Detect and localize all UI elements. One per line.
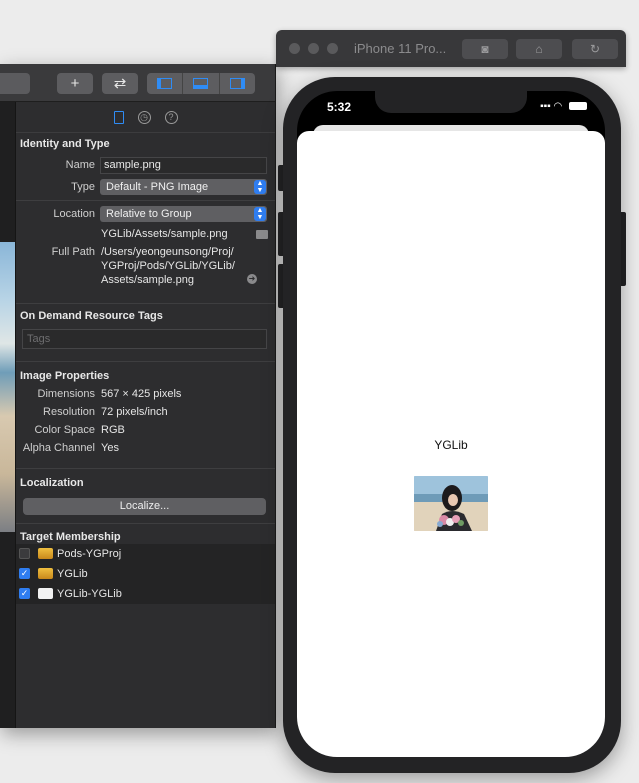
debug-panel-icon — [193, 78, 209, 89]
home-button[interactable]: ⌂ — [516, 39, 562, 59]
name-field[interactable]: sample.png — [100, 157, 267, 174]
dimensions-value: 567 × 425 pixels — [101, 388, 182, 400]
target-checkbox-checked[interactable]: ✓ — [19, 568, 30, 579]
popup-chevron-icon: ▲ ▼ — [254, 180, 266, 194]
toggle-navigator-button[interactable] — [147, 73, 184, 94]
divider — [16, 200, 275, 201]
divider — [16, 468, 275, 469]
target-label: Pods-YGProj — [57, 548, 122, 560]
iphone-device: 5:32 ▪▪▪ ◠ YGLib — [283, 77, 621, 773]
screenshot-button[interactable]: ◙ — [462, 39, 508, 59]
tags-field[interactable]: Tags — [22, 329, 267, 349]
library-add-button[interactable]: + — [57, 73, 93, 94]
folder-icon[interactable] — [256, 230, 268, 239]
file-inspector: ◷ ? Identity and Type Name sample.png Ty… — [16, 102, 275, 728]
help-inspector-tab-icon[interactable]: ? — [164, 110, 178, 124]
panel-toggle-group — [147, 73, 255, 94]
reveal-in-finder-icon[interactable]: ➜ — [247, 274, 257, 284]
zoom-window-button[interactable] — [327, 43, 338, 54]
signal-icon: ▪▪▪ — [540, 101, 551, 112]
code-review-button[interactable]: ⇄ — [102, 73, 138, 94]
simulator-title: iPhone 11 Pro... — [354, 41, 447, 56]
xcode-window: + ⇄ ◷ ? Identity and Type Name sample.pn… — [0, 64, 276, 728]
status-time: 5:32 — [327, 100, 352, 114]
target-row-pods-ygproj[interactable]: Pods-YGProj — [16, 544, 275, 564]
full-path-label: Full Path — [51, 246, 95, 258]
color-space-label: Color Space — [34, 424, 95, 436]
sample-image — [414, 476, 488, 531]
minimize-window-button[interactable] — [308, 43, 319, 54]
target-label: YGLib — [57, 568, 88, 580]
simulator-titlebar: iPhone 11 Pro... ◙ ⌂ ↻ — [276, 30, 626, 67]
xcode-toolbar: + ⇄ — [0, 64, 275, 102]
resolution-label: Resolution — [43, 406, 95, 418]
full-path-value: /Users/yeongeunsong/Proj/ YGProj/Pods/YG… — [101, 245, 235, 287]
name-label: Name — [65, 159, 95, 171]
file-inspector-tab-icon[interactable] — [113, 110, 124, 124]
toolbox-icon — [38, 568, 53, 579]
battery-icon — [569, 102, 587, 111]
yglib-label: YGLib — [434, 438, 468, 452]
target-checkbox-checked[interactable]: ✓ — [19, 588, 30, 599]
camera-icon: ◙ — [481, 42, 489, 56]
dimensions-label: Dimensions — [37, 388, 95, 400]
modal-sheet: YGLib — [297, 131, 605, 757]
type-popup[interactable]: Default - PNG Image ▲ ▼ — [100, 179, 267, 195]
location-popup-value: Relative to Group — [106, 208, 192, 220]
alpha-channel-label: Alpha Channel — [22, 442, 95, 454]
full-path-line: Assets/sample.png — [101, 274, 194, 286]
location-popup[interactable]: Relative to Group ▲ ▼ — [100, 206, 267, 222]
type-popup-value: Default - PNG Image — [106, 181, 209, 193]
bundle-icon — [38, 588, 53, 599]
color-space-value: RGB — [101, 424, 125, 436]
localize-button[interactable]: Localize... — [23, 498, 266, 515]
status-icons: ▪▪▪ ◠ — [540, 101, 587, 112]
target-membership-list: Pods-YGProj ✓ YGLib ✓ YGLib-YGLib — [16, 544, 275, 604]
navigator-panel-icon — [157, 78, 173, 89]
target-membership-section-title: Target Membership — [20, 531, 121, 543]
inspector-panel-icon — [229, 78, 245, 89]
toolbox-icon — [38, 548, 53, 559]
target-label: YGLib-YGLib — [57, 588, 122, 600]
resolution-value: 72 pixels/inch — [101, 406, 168, 418]
rotate-button[interactable]: ↻ — [572, 39, 618, 59]
on-demand-section-title: On Demand Resource Tags — [20, 310, 163, 322]
location-path: YGLib/Assets/sample.png — [101, 228, 228, 240]
toggle-inspector-button[interactable] — [220, 73, 255, 94]
rotate-icon: ↻ — [589, 42, 601, 56]
full-path-line: YGProj/Pods/YGLib/YGLib/ — [101, 260, 235, 272]
editor-image-preview — [0, 242, 15, 532]
target-checkbox[interactable] — [19, 548, 30, 559]
alpha-channel-value: Yes — [101, 442, 119, 454]
target-row-yglib-yglib[interactable]: ✓ YGLib-YGLib — [16, 584, 275, 604]
history-inspector-tab-icon[interactable]: ◷ — [137, 110, 151, 124]
home-icon: ⌂ — [535, 42, 543, 56]
divider — [16, 523, 275, 524]
inspector-tab-bar: ◷ ? — [16, 102, 275, 133]
type-label: Type — [71, 181, 95, 193]
divider — [16, 303, 275, 304]
location-label: Location — [53, 208, 95, 220]
editor-area-edge — [0, 102, 16, 728]
sample-photo-graphic — [414, 476, 488, 531]
identity-section-title: Identity and Type — [20, 138, 110, 150]
notch — [375, 91, 527, 113]
toggle-debug-area-button[interactable] — [183, 73, 220, 94]
image-properties-section-title: Image Properties — [20, 370, 110, 382]
localization-section-title: Localization — [20, 477, 84, 489]
popup-chevron-icon: ▲ ▼ — [254, 207, 266, 221]
close-window-button[interactable] — [289, 43, 300, 54]
divider — [16, 361, 275, 362]
toolbar-activity-field[interactable] — [0, 73, 30, 94]
wifi-icon: ◠ — [553, 101, 563, 112]
full-path-line: /Users/yeongeunsong/Proj/ — [101, 246, 234, 258]
iphone-screen: 5:32 ▪▪▪ ◠ YGLib — [297, 91, 605, 757]
target-row-yglib[interactable]: ✓ YGLib — [16, 564, 275, 584]
